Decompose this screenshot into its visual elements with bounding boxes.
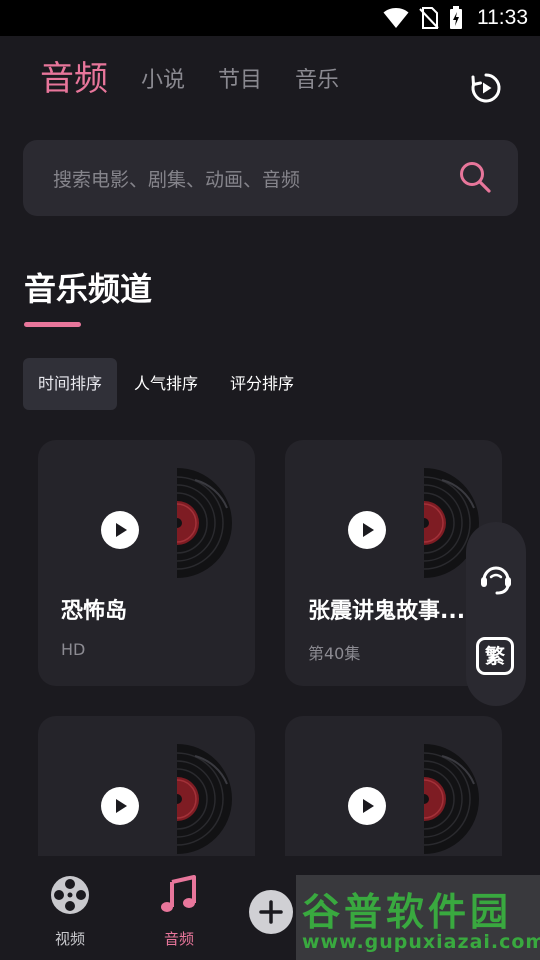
play-icon xyxy=(116,799,127,813)
no-sim-icon xyxy=(419,7,439,29)
clock: 11:33 xyxy=(477,6,528,29)
section-title-underline xyxy=(24,322,81,327)
play-button[interactable] xyxy=(348,787,386,825)
watermark-title: 谷普软件园 xyxy=(302,890,513,934)
play-button[interactable] xyxy=(101,511,139,549)
wifi-icon xyxy=(383,8,409,28)
tab-music[interactable]: 音乐 xyxy=(295,70,339,96)
tab-novel[interactable]: 小说 xyxy=(141,70,185,96)
vinyl-record-icon xyxy=(177,468,233,578)
sort-options: 时间排序 人气排序 评分排序 xyxy=(23,358,311,410)
tab-program[interactable]: 节目 xyxy=(218,70,262,96)
status-bar: 11:33 xyxy=(0,0,540,36)
nav-label: 视频 xyxy=(54,930,85,948)
play-history-button[interactable] xyxy=(470,72,502,104)
play-button[interactable] xyxy=(101,787,139,825)
card-title: 恐怖岛 xyxy=(61,599,128,624)
sort-by-time[interactable]: 时间排序 xyxy=(23,358,118,410)
sort-by-rating[interactable]: 评分排序 xyxy=(215,358,309,410)
vinyl-record-icon xyxy=(424,744,480,854)
search-icon[interactable] xyxy=(458,160,492,194)
play-icon xyxy=(363,799,374,813)
nav-label: 音频 xyxy=(163,930,194,948)
vinyl-record-icon xyxy=(177,744,233,854)
battery-charging-icon xyxy=(450,6,462,29)
media-card[interactable]: 恐怖岛 HD xyxy=(38,440,255,686)
floating-toolbar: 繁 xyxy=(466,522,526,706)
search-bar[interactable]: 搜索电影、剧集、动画、音频 xyxy=(23,140,518,216)
category-tabs: 音频 小说 节目 音乐 xyxy=(40,62,372,96)
sort-by-popularity[interactable]: 人气排序 xyxy=(119,358,213,410)
card-title: 张震讲鬼故事... xyxy=(308,599,466,624)
traditional-chinese-toggle[interactable]: 繁 xyxy=(476,637,514,675)
watermark-url: www.gupuxiazai.com xyxy=(302,931,540,953)
watermark: 谷普软件园 www.gupuxiazai.com xyxy=(296,875,540,960)
search-placeholder: 搜索电影、剧集、动画、音频 xyxy=(53,169,301,191)
card-subtitle: 第40集 xyxy=(308,644,361,663)
play-icon xyxy=(363,523,374,537)
play-history-icon xyxy=(471,73,501,103)
tab-audio[interactable]: 音频 xyxy=(40,62,108,96)
add-button[interactable] xyxy=(249,890,293,934)
play-button[interactable] xyxy=(348,511,386,549)
customer-service-icon[interactable] xyxy=(476,558,516,598)
music-note-icon xyxy=(161,875,196,912)
film-reel-icon xyxy=(51,876,89,914)
card-subtitle: HD xyxy=(61,640,86,659)
plus-icon xyxy=(259,900,283,924)
section-title: 音乐频道 xyxy=(24,270,153,308)
play-icon xyxy=(116,523,127,537)
nav-audio[interactable]: 音频 xyxy=(129,856,229,949)
nav-video[interactable]: 视频 xyxy=(20,856,120,949)
